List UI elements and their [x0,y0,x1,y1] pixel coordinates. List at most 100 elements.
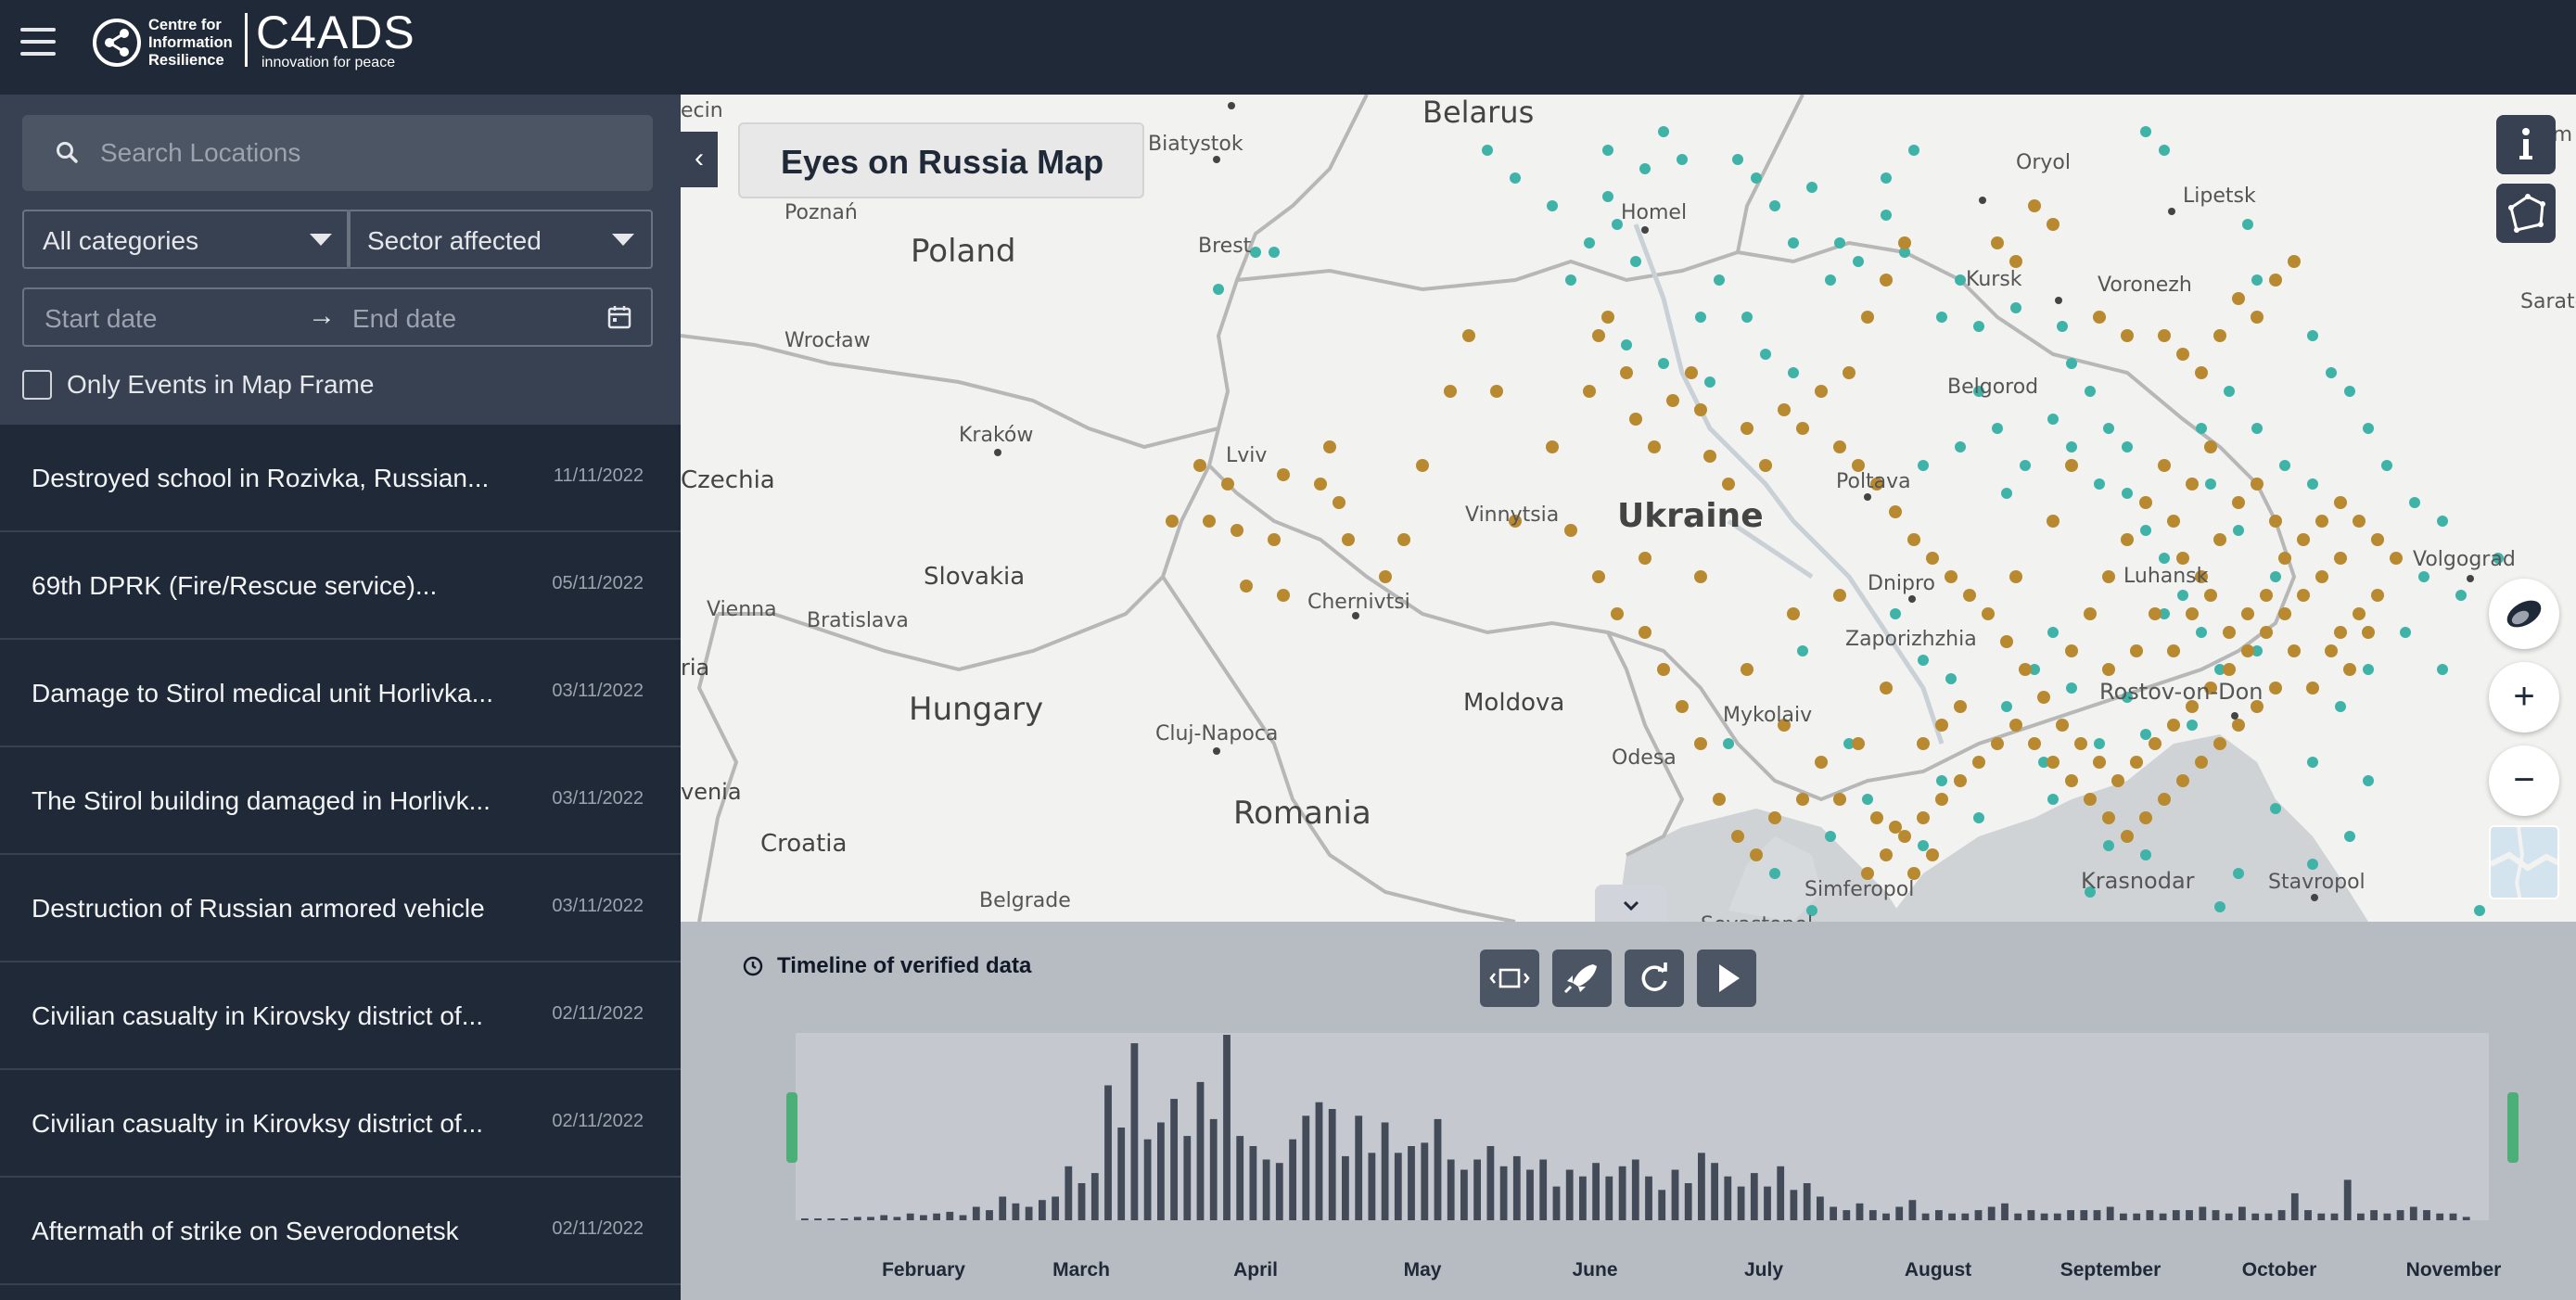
event-markers-teal[interactable] [1213,126,2531,916]
end-date-input[interactable]: End date [352,304,456,334]
logo-divider [245,13,248,67]
histogram-bar [1090,1173,1099,1220]
month-label: July [1743,1259,1784,1281]
histogram-bar [1025,1206,1033,1220]
timeline-panel: Timeline of verified data February March… [681,922,2576,1300]
histogram-bar [2093,1210,2101,1220]
label-biatystok: Biatystok [1148,133,1243,156]
play-button[interactable] [1697,950,1756,1007]
reset-button[interactable] [1625,950,1684,1007]
map-title: Eyes on Russia Map [738,122,1144,198]
fit-range-button[interactable] [1480,950,1539,1007]
date-range-picker[interactable]: Start date → End date [22,287,653,347]
only-events-in-frame-checkbox[interactable]: Only Events in Map Frame [22,369,374,401]
histogram-bar [2290,1192,2299,1220]
zoom-in-button[interactable]: + [2489,662,2559,733]
refresh-icon [1641,962,1667,991]
label-oryol: Oryol [2016,151,2071,174]
basemap-toggle-icon [2491,827,2557,898]
histogram-bar [1539,1159,1548,1220]
filter-panel: All categories Sector affected Start dat… [0,95,681,425]
event-title: 69th DPRK (Fire/Rescue service)... [32,571,438,600]
histogram-bar [1921,1213,1930,1220]
info-icon [2519,128,2532,159]
label-zaporizhzhia: Zaporizhzhia [1845,628,1977,651]
histogram-bar [972,1206,980,1220]
label-chernivtsi: Chernivtsi [1307,591,1410,614]
share-icon [93,19,141,67]
histogram-bar [1526,1169,1534,1220]
histogram-bar [986,1210,993,1220]
event-date: 02/11/2022 [552,1111,644,1131]
histogram-bar [1408,1146,1415,1220]
cir-logo[interactable]: Centre for Information Resilience [93,15,233,70]
search-input[interactable] [100,128,619,178]
histogram-bar [2370,1210,2378,1220]
layers-button[interactable] [2489,579,2559,649]
histogram-bar [1711,1163,1718,1220]
histogram-bar [2014,1213,2022,1220]
map-view[interactable]: Belarus Poland Ukraine Czechia Slovakia … [681,95,2576,922]
histogram-bar [2106,1206,2114,1220]
histogram-bar [1368,1153,1376,1220]
rocket-button[interactable] [1552,950,1612,1007]
label-mykolaiv: Mykolaiv [1723,704,1812,727]
histogram-bar [1948,1213,1956,1220]
histogram-bar [1974,1210,1983,1220]
event-list-item[interactable]: Destruction of Russian armored vehicle 0… [0,855,681,962]
info-button[interactable] [2496,115,2556,174]
expand-timeline-button[interactable] [1595,885,1667,922]
calendar-icon[interactable] [606,304,632,330]
c4ads-logo[interactable]: C4ADS innovation for peace [256,9,415,70]
event-list-item[interactable]: 69th DPRK (Fire/Rescue service)... 05/11… [0,532,681,640]
label-dnipro: Dnipro [1868,572,1935,595]
label-cluj-napoca: Cluj-Napoca [1155,722,1278,746]
event-list-item[interactable]: Damage to Stirol medical unit Horlivka..… [0,640,681,747]
search-box[interactable] [22,115,653,191]
label-sevastopol: Sevastopol [1701,913,1813,922]
histogram-bar [2251,1213,2260,1220]
histogram-bar [1117,1128,1126,1220]
histogram-bar [2436,1213,2444,1220]
fit-range-icon [1489,968,1530,988]
draw-area-button[interactable] [2496,184,2556,243]
histogram-bar [2199,1206,2207,1220]
event-list-item[interactable]: Destroyed school in Rozivka, Russian... … [0,425,681,532]
month-label: November [2405,1259,2502,1281]
histogram-bar [1684,1183,1692,1220]
histogram-bar [880,1215,888,1220]
histogram-bar [1737,1186,1745,1220]
start-date-input[interactable]: Start date [45,304,157,334]
checkbox[interactable] [22,370,52,400]
top-bar: Centre for Information Resilience C4ADS … [0,0,2576,95]
timeline-title: Timeline of verified data [777,953,1032,978]
event-title: Destroyed school in Rozivka, Russian... [32,464,490,492]
sector-dropdown[interactable]: Sector affected [347,210,653,269]
histogram-bar [1421,1142,1429,1220]
label-volgograd: Volgograd [2413,548,2516,571]
event-title: Civilian casualty in Kirovksy district o… [32,1109,484,1138]
histogram-bar [1289,1139,1296,1220]
histogram-bar [1328,1109,1336,1220]
c4ads-logo-text: C4ADS [256,6,415,58]
hamburger-menu-icon[interactable] [19,24,57,63]
label-luhansk: Luhansk [2123,565,2209,588]
histogram-bar [2277,1210,2286,1220]
event-date: 03/11/2022 [552,896,644,916]
range-handle-left[interactable] [786,1092,797,1163]
event-list-item[interactable]: The Stirol building damaged in Horlivk..… [0,747,681,855]
event-list-item[interactable]: Civilian casualty in Kirovksy district o… [0,1070,681,1178]
event-list-item[interactable]: Civilian casualty in Kirovsky district o… [0,962,681,1070]
range-handle-right[interactable] [2507,1092,2519,1163]
zoom-out-button[interactable]: − [2489,746,2559,816]
histogram-bar [1130,1043,1139,1220]
histogram-bar [814,1218,822,1220]
basemap-toggle-button[interactable] [2489,825,2559,899]
histogram-bar [1236,1136,1244,1220]
category-dropdown[interactable]: All categories [22,210,351,269]
map-canvas[interactable]: Belarus Poland Ukraine Czechia Slovakia … [681,95,2576,922]
event-list-item[interactable]: Aftermath of strike on Severodonetsk 02/… [0,1178,681,1285]
collapse-sidebar-button[interactable]: ‹ [681,132,718,187]
histogram-bar [1895,1206,1904,1220]
caret-down-icon [310,234,332,246]
